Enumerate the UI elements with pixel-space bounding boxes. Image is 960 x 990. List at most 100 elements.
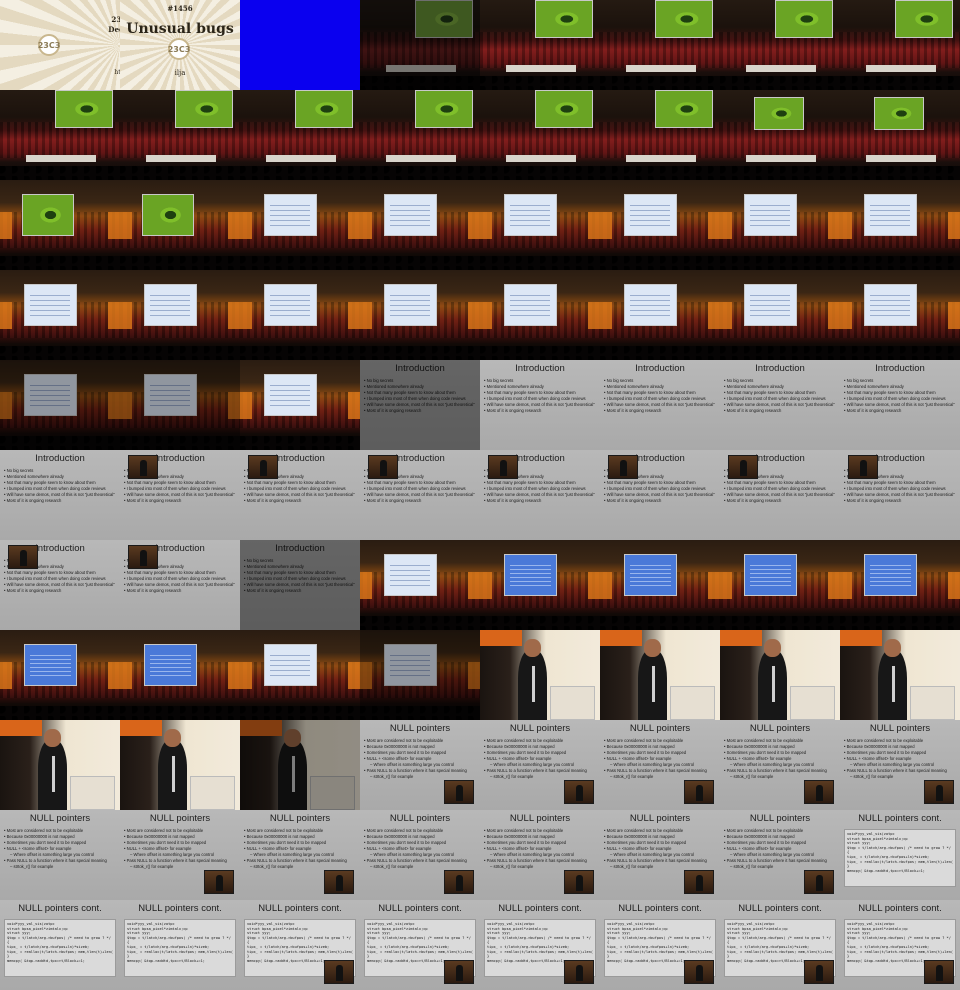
speaker-inset [564, 960, 594, 984]
video-frame-thumbnail [240, 630, 360, 720]
video-frame-thumbnail: NULL pointers cont. void*yyy_val_vis(zotp… [600, 900, 720, 990]
video-frame-thumbnail [720, 270, 840, 360]
video-frame-thumbnail [720, 630, 840, 720]
video-frame-thumbnail: NULL pointers Most are considered not to … [480, 720, 600, 810]
video-frame-thumbnail [240, 180, 360, 270]
video-frame-thumbnail [360, 90, 480, 180]
slide-title: NULL pointers [509, 813, 571, 824]
ccc-logo-icon: 23C3 [38, 34, 60, 56]
video-frame-thumbnail: NULL pointers Most are considered not to … [240, 810, 360, 900]
speaker-inset [564, 870, 594, 894]
video-frame-thumbnail: NULL pointers Most are considered not to … [840, 720, 960, 810]
speaker-inset [804, 870, 834, 894]
projected-slide [144, 374, 197, 416]
projected-slide [504, 284, 557, 326]
video-frame-thumbnail [240, 90, 360, 180]
bullet-item: Most of it is ongoing research [844, 498, 956, 504]
video-frame-thumbnail [360, 540, 480, 630]
projected-slide [144, 644, 197, 686]
slide-title: NULL pointers [629, 723, 691, 734]
speaker-inset [924, 780, 954, 804]
projected-slide [24, 644, 77, 686]
speaker-inset [684, 780, 714, 804]
video-frame-thumbnail: IntroductionNo big secretsMentioned some… [120, 540, 240, 630]
code-line: $tqp = t/latch/arg->bufpos( /* need to g… [847, 935, 951, 940]
bullet-list: No big secretsMentioned somewhere alread… [364, 378, 476, 414]
code-line: tipx_ = realloc(t/latch->bufpos; mem,tle… [7, 949, 113, 954]
speaker-inset [8, 545, 38, 569]
video-frame-thumbnail [600, 180, 720, 270]
code-line: tipx_ = realloc(t/latch->bufpos; mem,tle… [847, 859, 953, 864]
projected-bug-image [535, 90, 593, 128]
video-frame-thumbnail: IntroductionNo big secretsMentioned some… [240, 540, 360, 630]
projected-slide [24, 284, 77, 326]
video-frame-thumbnail: NULL pointers cont. void*yyy_val_vis(zotp… [240, 900, 360, 990]
bullet-list: Most are considered not to be exploitabl… [484, 738, 596, 780]
code-line: tipx_ = realloc(t/latch->bufpos; mem,tle… [727, 949, 833, 954]
video-frame-thumbnail [480, 90, 600, 180]
video-frame-thumbnail: IntroductionNo big secretsMentioned some… [360, 450, 480, 540]
slide-title: NULL pointers cont. [858, 813, 942, 824]
video-frame-thumbnail [480, 270, 600, 360]
code-line: tipx_ = realloc(t/latch->bufpos; mem,tle… [847, 949, 953, 954]
slide-title: NULL pointers cont. [378, 903, 462, 914]
bullet-list: Most are considered not to be exploitabl… [604, 738, 716, 780]
slide-title: NULL pointers cont. [498, 903, 582, 914]
speaker-inset [684, 960, 714, 984]
code-line: $tqp = t/latch/arg->bufpos( /* need to g… [847, 845, 951, 850]
speaker-inset [728, 455, 758, 479]
projected-bug-image [415, 90, 473, 128]
bullet-item: Most of it is ongoing research [124, 498, 236, 504]
projected-slide [744, 554, 797, 596]
code-line: $tqp = t/latch/arg->bufpos( /* need to g… [247, 935, 351, 940]
bullet-list: No big secretsMentioned somewhere alread… [604, 378, 716, 414]
speaker-inset [564, 780, 594, 804]
bullet-list: Most are considered not to be exploitabl… [604, 828, 716, 870]
slide-title: Introduction [755, 363, 805, 374]
bullet-item: Most of it is ongoing research [724, 408, 836, 414]
video-frame-thumbnail: NULL pointers cont. void*yyy_val_vis(zotp… [480, 900, 600, 990]
bullet-list: No big secretsMentioned somewhere alread… [4, 468, 116, 504]
video-frame-thumbnail: #1456 Unusual bugs 23C3 ilja [120, 0, 240, 90]
speaker-inset [128, 455, 158, 479]
slide-title: NULL pointers [389, 813, 451, 824]
slide-title: NULL pointers cont. [138, 903, 222, 914]
code-line: $tqp = t/latch/arg->bufpos( /* need to g… [607, 935, 711, 940]
ccc-logo-icon: 23C3 [168, 38, 190, 60]
projected-slide [144, 284, 197, 326]
video-frame-thumbnail: IntroductionNo big secretsMentioned some… [840, 360, 960, 450]
video-frame-thumbnail [360, 0, 480, 90]
projected-bug-image [295, 90, 353, 128]
video-frame-thumbnail: NULL pointers Most are considered not to … [120, 810, 240, 900]
video-frame-thumbnail [840, 540, 960, 630]
slide-title: NULL pointers cont. [738, 903, 822, 914]
code-line: tipx_ = realloc(t/latch->bufpos; mem,tle… [127, 949, 233, 954]
code-block: void*yyy_val_vis(zotpc struct bpsa_pixel*… [844, 829, 956, 887]
slide-title: NULL pointers cont. [618, 903, 702, 914]
video-frame-thumbnail [480, 0, 600, 90]
projected-slide [504, 554, 557, 596]
video-frame-thumbnail: IntroductionNo big secretsMentioned some… [480, 450, 600, 540]
projected-bug-image [655, 90, 713, 128]
video-frame-thumbnail: IntroductionNo big secretsMentioned some… [720, 360, 840, 450]
video-frame-thumbnail [0, 630, 120, 720]
speaker-inset [608, 455, 638, 479]
video-frame-thumbnail [120, 360, 240, 450]
video-frame-thumbnail [120, 90, 240, 180]
projected-slide [384, 194, 437, 236]
projected-slide [624, 554, 677, 596]
slide-title: NULL pointers [509, 723, 571, 734]
slide-title: NULL pointers [629, 813, 691, 824]
video-frame-thumbnail [720, 90, 840, 180]
speaker-inset [804, 960, 834, 984]
projected-slide [264, 374, 317, 416]
bullet-item: strtok_r() for example [4, 864, 116, 870]
video-frame-thumbnail: NULL pointers Most are considered not to … [360, 810, 480, 900]
projected-slide [744, 284, 797, 326]
slide-title: NULL pointers cont. [858, 903, 942, 914]
speaker-inset [924, 960, 954, 984]
projected-slide [864, 194, 917, 236]
video-frame-thumbnail: NULL pointers cont. void*yyy_val_vis(zotp… [120, 900, 240, 990]
video-frame-thumbnail [480, 630, 600, 720]
video-frame-thumbnail: IntroductionNo big secretsMentioned some… [0, 450, 120, 540]
